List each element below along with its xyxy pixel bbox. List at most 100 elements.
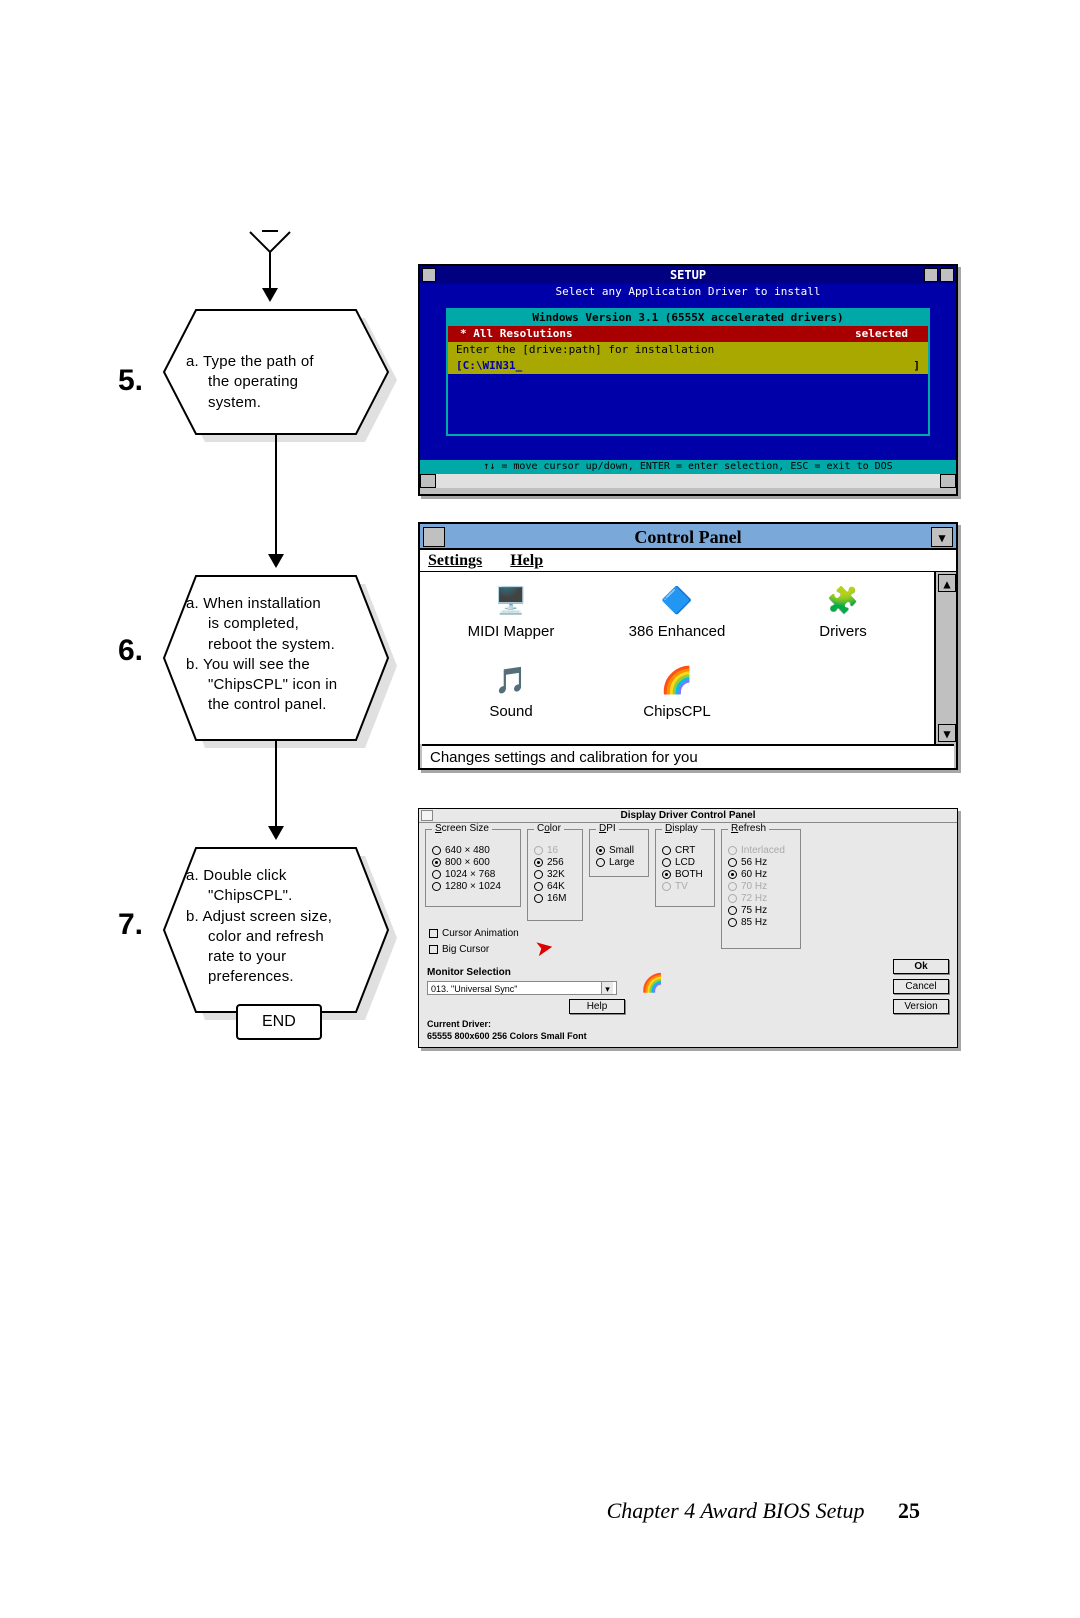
cp-vscroll[interactable]: ▲ ▼ bbox=[934, 572, 956, 744]
opt-1024x768[interactable]: 1024 × 768 bbox=[432, 869, 514, 880]
dos-subtitle: Select any Application Driver to install bbox=[420, 284, 956, 300]
ok-button[interactable]: Ok bbox=[893, 959, 949, 974]
opt-dpi-large[interactable]: Large bbox=[596, 857, 642, 868]
cp-icon-empty bbox=[762, 660, 924, 736]
lbl: 386 Enhanced bbox=[596, 624, 758, 641]
minmax-icons[interactable] bbox=[924, 268, 954, 282]
dos-path-input[interactable]: [C:\WIN31_ bbox=[448, 358, 928, 374]
l: "ChipsCPL" icon in bbox=[186, 675, 374, 695]
t: 16 bbox=[547, 845, 558, 856]
opt-64k[interactable]: 64K bbox=[534, 881, 576, 892]
dos-driver-panel: Windows Version 3.1 (6555X accelerated d… bbox=[446, 308, 930, 436]
l: b. Adjust screen size, bbox=[186, 907, 374, 927]
group-screen-size: Screen Size 640 × 480 800 × 600 1024 × 7… bbox=[425, 829, 521, 907]
hex-7-text: a. Double click "ChipsCPL". b. Adjust sc… bbox=[186, 866, 374, 988]
l: rate to your bbox=[186, 947, 374, 967]
monitor-selection-dropdown[interactable]: 013. "Universal Sync"▾ bbox=[427, 981, 617, 995]
screenshot-control-panel: Control Panel ▼ Settings Help 🖥️MIDI Map… bbox=[418, 522, 958, 770]
t: selected bbox=[855, 326, 928, 342]
dos-hscroll[interactable] bbox=[420, 474, 956, 488]
chipscpl-icon: 🌈 bbox=[653, 660, 701, 700]
opt-interlaced[interactable]: Interlaced bbox=[728, 845, 794, 856]
cp-icon-386-enhanced[interactable]: 🔷 386 Enhanced bbox=[596, 580, 758, 656]
t: 1024 × 768 bbox=[445, 869, 495, 880]
menu-help[interactable]: Help bbox=[510, 552, 543, 569]
cp-title-text: Control Panel bbox=[420, 524, 956, 550]
opt-both[interactable]: BOTH bbox=[662, 869, 708, 880]
drivers-icon: 🧩 bbox=[819, 580, 867, 620]
chk-big-cursor[interactable]: Big Cursor bbox=[429, 944, 489, 955]
opt-1280x1024[interactable]: 1280 × 1024 bbox=[432, 881, 514, 892]
t: All Resolutions bbox=[473, 327, 572, 340]
cp-titlebar: Control Panel ▼ bbox=[420, 524, 956, 550]
cp-icon-drivers[interactable]: 🧩Drivers bbox=[762, 580, 924, 656]
opt-32k[interactable]: 32K bbox=[534, 869, 576, 880]
cp-icon-sound[interactable]: 🎵 Sound bbox=[430, 660, 592, 736]
cp-icon-midi-mapper[interactable]: 🖥️MIDI Mapper bbox=[430, 580, 592, 656]
cp-icon-chipscpl[interactable]: 🌈 ChipsCPL bbox=[596, 660, 758, 736]
t: 1280 × 1024 bbox=[445, 881, 501, 892]
version-button[interactable]: Version bbox=[893, 999, 949, 1014]
t: 013. "Universal Sync" bbox=[431, 982, 517, 994]
opt-60hz[interactable]: 60 Hz bbox=[728, 869, 794, 880]
t: 70 Hz bbox=[741, 881, 767, 892]
dos-selected-row[interactable]: * All Resolutions selected bbox=[448, 326, 928, 342]
current-driver-label: Current Driver: bbox=[427, 1019, 491, 1029]
menu-settings[interactable]: Settings bbox=[428, 552, 482, 569]
lbl: Sound bbox=[430, 704, 592, 721]
sysmenu-icon[interactable] bbox=[422, 268, 436, 282]
opt-85hz[interactable]: 85 Hz bbox=[728, 917, 794, 928]
arrowhead-6-7 bbox=[268, 826, 284, 840]
opt-56hz[interactable]: 56 Hz bbox=[728, 857, 794, 868]
opt-crt[interactable]: CRT bbox=[662, 845, 708, 856]
l: color and refresh bbox=[186, 927, 374, 947]
cursor-icon: ➤ bbox=[533, 934, 556, 963]
opt-256[interactable]: 256 bbox=[534, 857, 576, 868]
cp-status-bar: Changes settings and calibration for you bbox=[422, 744, 954, 768]
cp-menubar[interactable]: Settings Help bbox=[420, 550, 956, 572]
page-number: 25 bbox=[898, 1498, 920, 1523]
chips-logo-icon: 🌈 bbox=[641, 973, 663, 994]
l: a. When installation bbox=[186, 594, 374, 614]
opt-640x480[interactable]: 640 × 480 bbox=[432, 845, 514, 856]
opt-dpi-small[interactable]: Small bbox=[596, 845, 642, 856]
opt-75hz[interactable]: 75 Hz bbox=[728, 905, 794, 916]
screenshot-setup-dos: SETUP Select any Application Driver to i… bbox=[418, 264, 958, 496]
opt-16m[interactable]: 16M bbox=[534, 893, 576, 904]
opt-72hz[interactable]: 72 Hz bbox=[728, 893, 794, 904]
dos-prompt: Enter the [drive:path] for installation bbox=[448, 342, 928, 358]
sysmenu-icon[interactable] bbox=[421, 810, 433, 821]
help-button[interactable]: Help bbox=[569, 999, 625, 1014]
chip-icon: 🔷 bbox=[653, 580, 701, 620]
opt-800x600[interactable]: 800 × 600 bbox=[432, 857, 514, 868]
flow-in-stub bbox=[230, 230, 310, 304]
page-footer: Chapter 4 Award BIOS Setup 25 bbox=[607, 1500, 920, 1522]
t: 56 Hz bbox=[741, 857, 767, 868]
current-driver-value: 65555 800x600 256 Colors Small Font bbox=[427, 1031, 587, 1041]
opt-lcd[interactable]: LCD bbox=[662, 857, 708, 868]
opt-70hz[interactable]: 70 Hz bbox=[728, 881, 794, 892]
opt-tv[interactable]: TV bbox=[662, 881, 708, 892]
opt-16[interactable]: 16 bbox=[534, 845, 576, 856]
t: Interlaced bbox=[741, 845, 785, 856]
l: reboot the system. bbox=[186, 635, 374, 655]
legend-display: Display bbox=[662, 823, 701, 834]
t: Big Cursor bbox=[442, 944, 489, 955]
step-number-6: 6. bbox=[118, 636, 143, 666]
monitor-icon: 🖥️ bbox=[487, 580, 535, 620]
cancel-button[interactable]: Cancel bbox=[893, 979, 949, 994]
step-number-5: 5. bbox=[118, 366, 143, 396]
group-refresh: Refresh Interlaced 56 Hz 60 Hz 70 Hz 72 … bbox=[721, 829, 801, 949]
t: 72 Hz bbox=[741, 893, 767, 904]
sound-icon: 🎵 bbox=[487, 660, 535, 700]
scroll-up-icon[interactable]: ▲ bbox=[938, 574, 956, 592]
t: 800 × 600 bbox=[445, 857, 490, 868]
lbl: ChipsCPL bbox=[596, 704, 758, 721]
scroll-down-icon[interactable]: ▼ bbox=[938, 724, 956, 742]
chk-cursor-animation[interactable]: Cursor Animation bbox=[429, 928, 519, 939]
t: 64K bbox=[547, 881, 565, 892]
arrow-6-7 bbox=[275, 740, 277, 826]
hex-5-text: a. Type the path of the operating system… bbox=[186, 352, 366, 413]
legend-color: Color bbox=[534, 823, 564, 834]
minimize-icon[interactable]: ▼ bbox=[931, 527, 953, 547]
